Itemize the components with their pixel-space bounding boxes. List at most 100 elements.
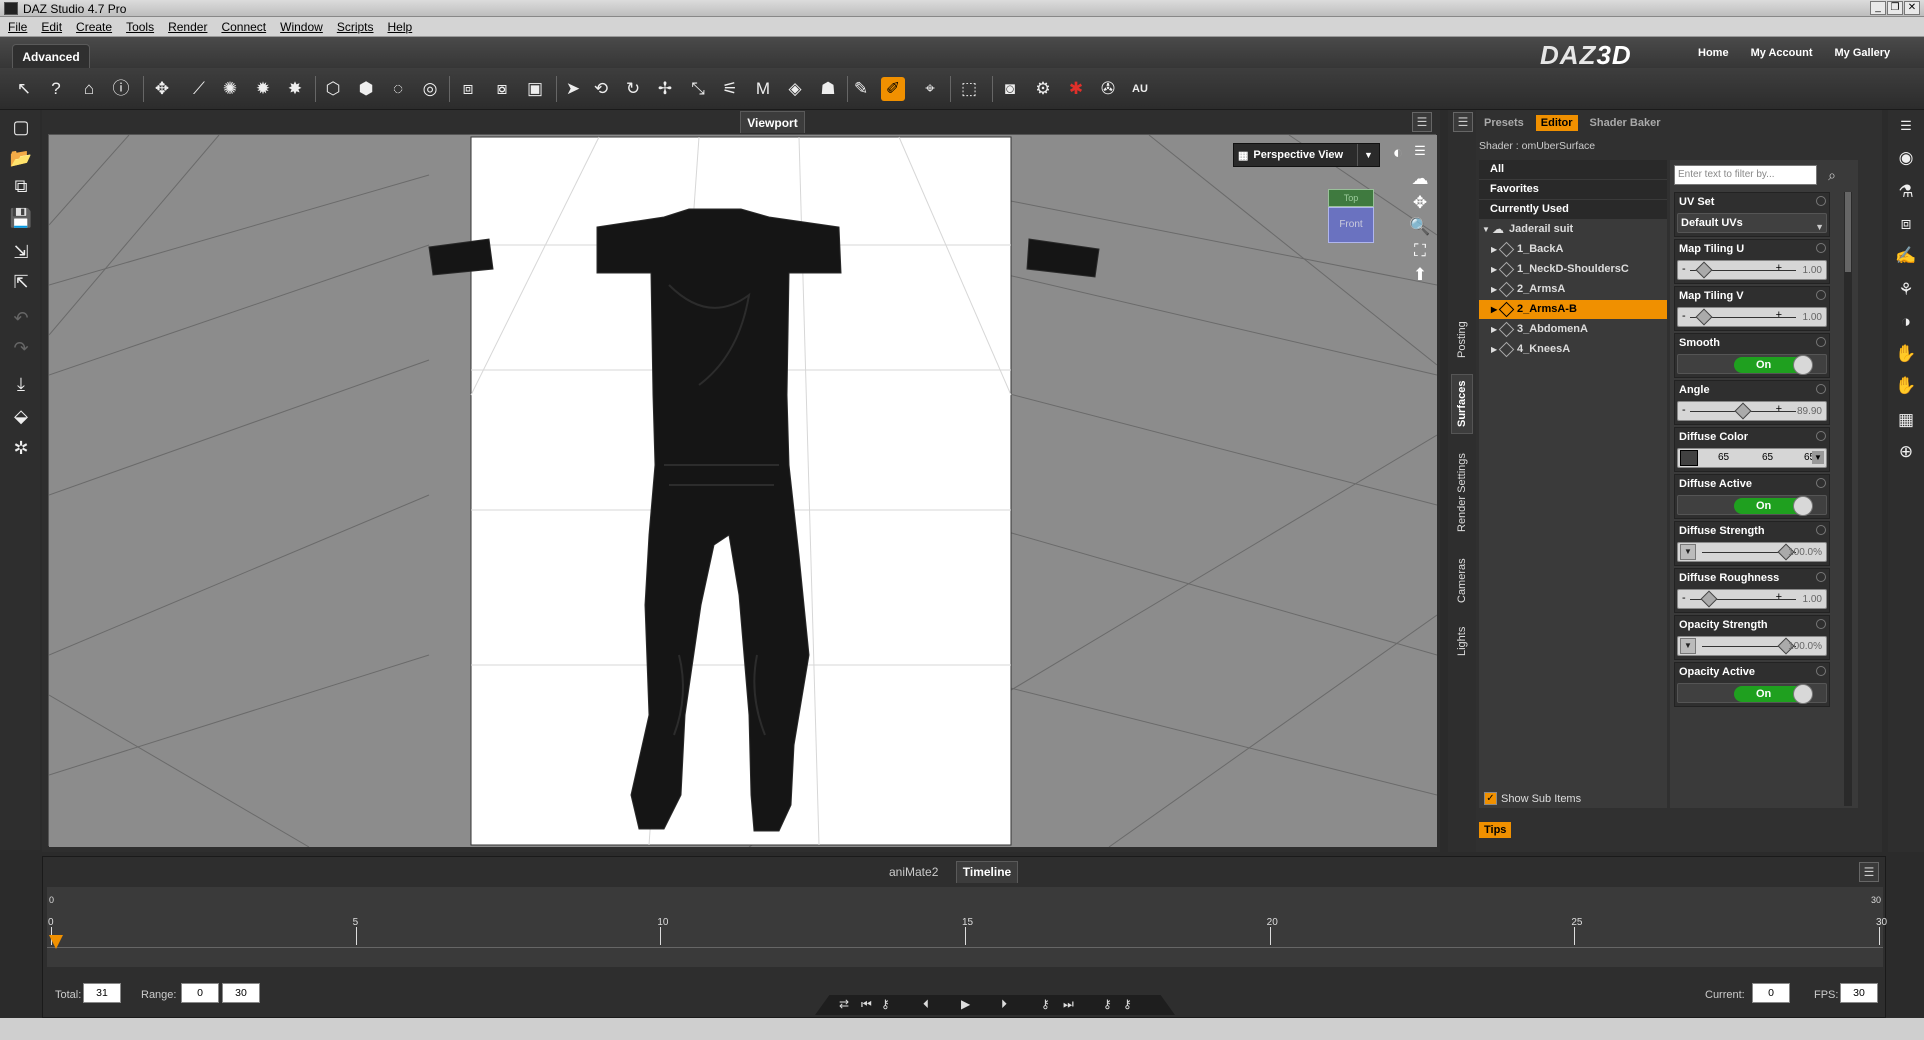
gear-icon[interactable] [1816,666,1826,676]
whats-this-icon[interactable]: ↖ [12,77,36,101]
tab-presets[interactable]: Presets [1484,117,1524,129]
export-icon[interactable]: ⇱ [8,270,34,294]
new-scene-icon[interactable]: ▢ [8,115,34,139]
open-icon[interactable]: 📂 [8,146,34,170]
category-all[interactable]: All [1479,160,1667,179]
menu-file[interactable]: File [8,20,27,34]
plus-icon[interactable]: + [1776,403,1782,415]
loop-icon[interactable]: ⇄ [839,997,849,1011]
plus-icon[interactable]: + [1776,309,1782,321]
key-back-icon[interactable]: ⚷ [881,997,890,1011]
drop-to-floor-icon[interactable]: ⤓ [8,372,34,396]
spot-render-icon[interactable]: ⬚ [957,77,981,101]
diffuse-roughness-slider[interactable]: - + 1.00 [1677,589,1827,609]
slider-knob[interactable] [1695,308,1713,326]
translate-icon[interactable]: ✢ [653,77,677,101]
light-point-icon[interactable]: ✺ [218,77,242,101]
scrollbar-thumb[interactable] [1845,192,1851,272]
surface-item[interactable]: ▶ 2_ArmsA [1479,280,1667,299]
undo-icon[interactable]: ↶ [8,306,34,330]
render-camera-icon[interactable]: ◙ [998,77,1022,101]
content-library-icon[interactable]: ⧈ [1894,212,1918,236]
minus-icon[interactable]: - [1682,263,1686,275]
surface-item[interactable]: ▶ 3_AbdomenA [1479,320,1667,339]
scale-icon[interactable]: ⤡ [686,77,710,101]
slider-knob[interactable] [1734,402,1752,420]
pane-menu-icon[interactable]: ☰ [1859,862,1879,882]
smart-content-icon[interactable]: ⚗ [1894,180,1918,204]
chevron-down-icon[interactable]: ▼ [1812,451,1824,464]
shaping-icon[interactable]: ⚘ [1894,278,1918,302]
fps-field[interactable]: 30 [1840,983,1878,1003]
node-selection-icon[interactable]: ✥ [150,77,174,101]
gear-icon[interactable] [1816,243,1826,253]
link-my-gallery[interactable]: My Gallery [1835,47,1891,59]
orbit-icon[interactable]: ☁ [1408,169,1432,189]
slider-value[interactable]: 1.00 [1803,312,1822,323]
tab-posting[interactable]: Posting [1451,310,1473,370]
gear-icon[interactable] [1816,572,1826,582]
view-cube-top[interactable]: Top [1328,189,1374,207]
tab-viewport[interactable]: Viewport [740,111,805,133]
gear-icon[interactable] [1816,525,1826,535]
play-icon[interactable]: ▶ [961,997,970,1011]
angle-slider[interactable]: - + 89.90 [1677,401,1827,421]
view-cube-front[interactable]: Front [1328,207,1374,243]
surface-item-selected[interactable]: ▶ 2_ArmsA-B [1479,300,1667,319]
tips-icon[interactable]: ⓘ [109,77,133,101]
tab-surfaces[interactable]: Surfaces [1451,374,1473,434]
smooth-toggle[interactable]: On [1734,355,1813,375]
surface-item[interactable]: ▶ 4_KneesA [1479,340,1667,359]
tree-root-jaderail-suit[interactable]: ▼ ☁ Jaderail suit [1479,220,1667,239]
key-options-icon[interactable]: ⚷ [1123,997,1132,1011]
viewport-menu-icon[interactable]: ☰ [1412,112,1432,132]
range-start-field[interactable]: 0 [181,983,219,1003]
expand-arrow-icon[interactable]: ▼ [1482,220,1490,239]
camera-tool-icon[interactable]: ⌖ [918,77,942,101]
uv-set-dropdown[interactable]: Default UVs ▼ [1677,213,1827,233]
opacity-active-toggle[interactable]: On [1734,684,1813,704]
expand-arrow-icon[interactable]: ▶ [1491,280,1497,299]
scene-tab-icon[interactable]: ◉ [1894,146,1918,170]
restore-button[interactable]: ❐ [1887,1,1903,15]
checkbox-checked-icon[interactable]: ✓ [1484,792,1497,805]
add-key-icon[interactable]: ⚷ [1041,997,1050,1011]
step-back-icon[interactable]: ⏴ [923,997,929,1012]
map-tiling-u-slider[interactable]: - + 1.00 [1677,260,1827,280]
link-my-account[interactable]: My Account [1751,47,1813,59]
gear-icon[interactable] [1816,478,1826,488]
aux-viewport-icon[interactable]: ✋ [1894,374,1918,398]
expand-arrow-icon[interactable]: ▶ [1491,320,1497,339]
diffuse-color-picker[interactable]: 65 65 65 ▼ [1677,448,1827,468]
surface-item[interactable]: ▶ 1_BackA [1479,240,1667,259]
zoom-icon[interactable]: 🔍 [1408,217,1432,237]
tab-timeline[interactable]: Timeline [956,861,1018,883]
figure-pose-icon[interactable]: ☗ [816,77,840,101]
menu-tools[interactable]: Tools [126,20,154,34]
playhead-marker[interactable] [49,935,63,949]
light-distant-icon[interactable]: ✸ [283,77,307,101]
tab-animate2[interactable]: aniMate2 [889,865,938,879]
toggle-knob[interactable] [1793,355,1813,375]
gear-icon[interactable] [1816,384,1826,394]
uv-icon[interactable]: ▦ [1894,408,1918,432]
menu-window[interactable]: Window [280,20,323,34]
category-favorites[interactable]: Favorites [1479,180,1667,199]
filter-input[interactable]: Enter text to filter by... [1674,165,1817,185]
link-home[interactable]: Home [1698,47,1729,59]
plus-icon[interactable]: + [1776,591,1782,603]
view-options-icon[interactable]: ☰ [1408,143,1432,159]
diffuse-strength-slider[interactable]: ▼ 100.0% [1677,542,1827,562]
camera-cube-icon[interactable]: ⧇ [490,77,514,101]
gear-icon[interactable] [1816,431,1826,441]
toggle-knob[interactable] [1793,496,1813,516]
tab-cameras[interactable]: Cameras [1451,550,1473,612]
slider-knob[interactable] [1695,261,1713,279]
gear-icon[interactable] [1816,619,1826,629]
close-button[interactable]: ✕ [1904,1,1920,15]
minus-icon[interactable]: - [1682,592,1686,604]
frame-icon[interactable]: ⛶ [1408,241,1432,261]
show-sub-items-checkbox[interactable]: ✓ Show Sub Items [1484,792,1581,805]
category-currently-used[interactable]: Currently Used [1479,200,1667,219]
menu-scripts[interactable]: Scripts [337,20,374,34]
